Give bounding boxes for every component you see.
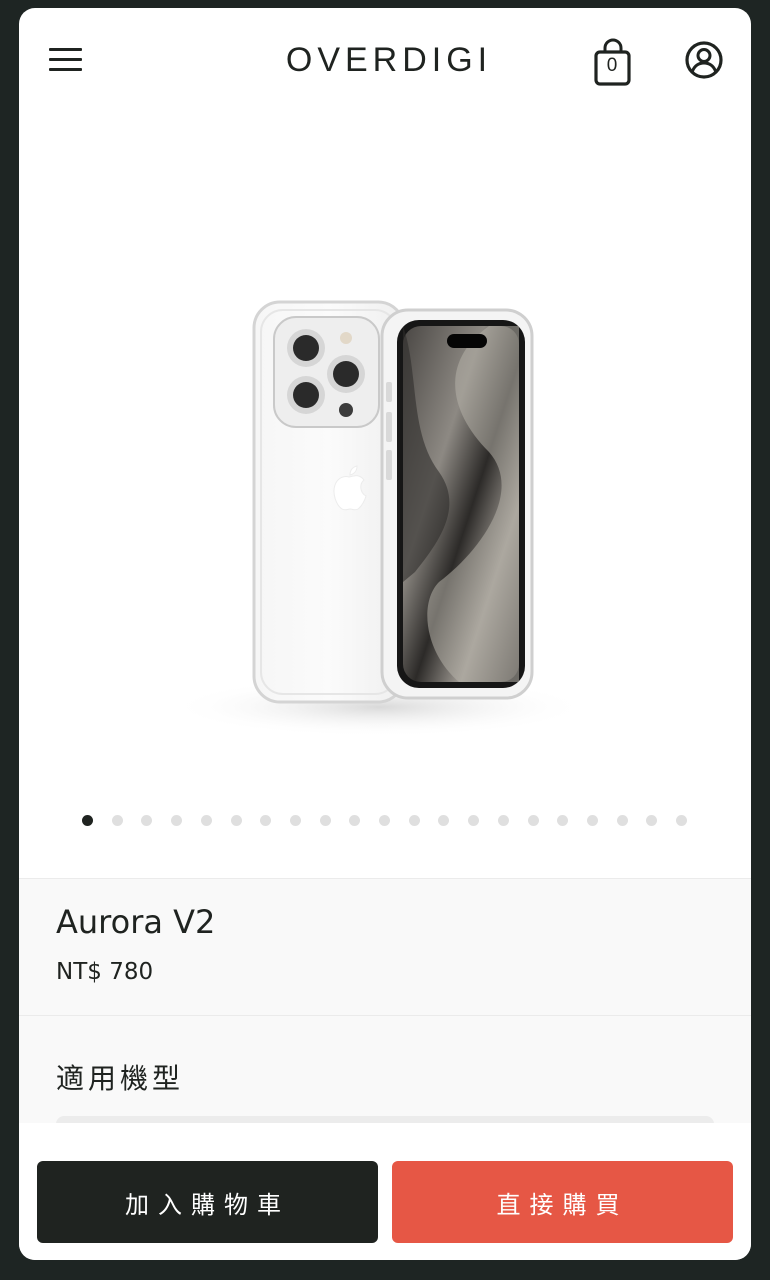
carousel-dot[interactable] xyxy=(616,815,628,826)
carousel-dot[interactable] xyxy=(527,815,539,826)
product-info-panel: Aurora V2 NT$ 780 適用機型 xyxy=(19,878,751,1136)
product-image xyxy=(169,300,589,737)
carousel-dot[interactable] xyxy=(557,815,569,826)
carousel-dot[interactable] xyxy=(230,815,242,826)
product-name: Aurora V2 xyxy=(56,903,216,941)
product-image-carousel[interactable] xyxy=(19,112,751,812)
carousel-dot[interactable] xyxy=(260,815,272,826)
carousel-dot[interactable] xyxy=(141,815,153,826)
carousel-dot[interactable] xyxy=(497,815,509,826)
add-to-cart-button[interactable]: 加入購物車 xyxy=(37,1161,378,1243)
carousel-dot[interactable] xyxy=(379,815,390,826)
cart-button[interactable]: 0 xyxy=(593,38,633,86)
carousel-dot[interactable] xyxy=(349,815,361,826)
carousel-dot[interactable] xyxy=(586,815,598,826)
carousel-dot[interactable] xyxy=(111,815,123,826)
app-card: OVERDIGI 0 Aurora V2 NT$ 780 適用機型 加入購物車 … xyxy=(19,8,751,1260)
carousel-dot[interactable] xyxy=(438,815,450,826)
carousel-dot[interactable] xyxy=(646,815,658,826)
carousel-dot[interactable] xyxy=(200,815,212,826)
carousel-dot[interactable] xyxy=(289,815,301,826)
buy-now-button[interactable]: 直接購買 xyxy=(392,1161,733,1243)
model-label: 適用機型 xyxy=(56,1062,185,1095)
menu-button[interactable] xyxy=(49,48,83,74)
product-price: NT$ 780 xyxy=(56,959,154,985)
carousel-dot[interactable] xyxy=(82,815,93,826)
carousel-dot[interactable] xyxy=(676,815,687,826)
carousel-dot[interactable] xyxy=(319,815,331,826)
cart-count-badge: 0 xyxy=(606,55,618,76)
account-button[interactable] xyxy=(684,40,724,80)
brand-logo[interactable]: OVERDIGI xyxy=(259,38,519,82)
carousel-pagination xyxy=(19,814,751,828)
carousel-dot[interactable] xyxy=(171,815,183,826)
divider xyxy=(19,1015,751,1016)
user-account-icon xyxy=(685,41,723,79)
header: OVERDIGI 0 xyxy=(19,8,751,112)
carousel-dot[interactable] xyxy=(468,815,480,826)
carousel-dot[interactable] xyxy=(408,815,420,826)
action-bar: 加入購物車 直接購買 xyxy=(19,1123,751,1260)
